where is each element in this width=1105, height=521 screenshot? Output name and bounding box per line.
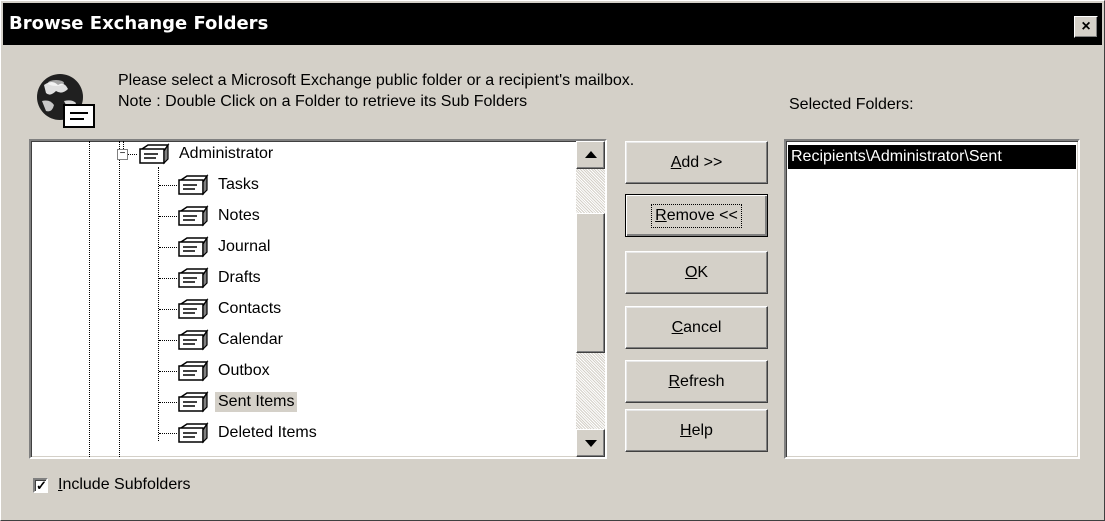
tree-vertical-scrollbar[interactable] xyxy=(576,141,605,457)
tree-node-label: Outbox xyxy=(218,362,270,379)
instruction-text: Please select a Microsoft Exchange publi… xyxy=(118,72,635,89)
note-text: Note : Double Click on a Folder to retri… xyxy=(118,93,528,110)
tree-node-tasks[interactable]: Tasks xyxy=(177,172,262,198)
tree-guide-line xyxy=(159,433,177,434)
tree-node-label: Calendar xyxy=(218,331,283,348)
tree-node-label: Drafts xyxy=(218,269,261,286)
mail-folder-icon xyxy=(139,143,170,165)
refresh-button[interactable]: Refresh xyxy=(625,360,768,403)
close-button[interactable]: × xyxy=(1074,16,1098,38)
mail-folder-icon xyxy=(178,236,209,258)
checkmark-icon: ✓ xyxy=(36,477,47,493)
tree-node-notes[interactable]: Notes xyxy=(177,203,263,229)
cancel-button[interactable]: Cancel xyxy=(625,306,768,349)
tree-guide-line xyxy=(159,371,177,372)
browse-exchange-folders-dialog: Browse Exchange Folders × Please select … xyxy=(0,0,1105,521)
mail-folder-icon xyxy=(178,329,209,351)
scroll-down-button[interactable] xyxy=(576,429,605,457)
tree-node-journal[interactable]: Journal xyxy=(177,234,273,260)
tree-guide-line xyxy=(159,247,177,248)
title-bar[interactable]: Browse Exchange Folders × xyxy=(3,3,1102,45)
selected-folders-label: Selected Folders: xyxy=(789,96,914,113)
tree-node-outbox[interactable]: Outbox xyxy=(177,358,273,384)
remove-button[interactable]: Remove << xyxy=(625,194,768,237)
arrow-up-icon xyxy=(585,151,597,158)
tree-node-label: Contacts xyxy=(218,300,282,317)
ok-button[interactable]: OK xyxy=(625,251,768,294)
folder-tree-content: − Administrator Tasks Notes Journal Draf… xyxy=(31,141,576,457)
include-subfolders-label: Include Subfolders xyxy=(58,476,191,493)
tree-node-sent-items[interactable]: Sent Items xyxy=(177,389,298,415)
tree-node-label: Notes xyxy=(218,207,260,224)
include-subfolders-checkbox[interactable]: ✓ Include Subfolders xyxy=(33,476,191,494)
tree-node-label: Sent Items xyxy=(215,392,298,412)
folder-tree[interactable]: − Administrator Tasks Notes Journal Draf… xyxy=(29,139,607,459)
selected-folders-list[interactable]: Recipients\Administrator\Sent xyxy=(784,139,1080,459)
tree-node-label: Deleted Items xyxy=(218,424,317,441)
tree-guide-line xyxy=(119,141,120,457)
tree-guide-line xyxy=(159,309,177,310)
window-title: Browse Exchange Folders xyxy=(9,13,269,34)
collapse-expander[interactable]: − xyxy=(117,149,128,160)
add-button[interactable]: Add >> xyxy=(625,141,768,184)
mail-folder-icon xyxy=(178,422,209,444)
checkbox-box[interactable]: ✓ xyxy=(33,477,48,493)
help-button[interactable]: Help xyxy=(625,409,768,452)
tree-node-drafts[interactable]: Drafts xyxy=(177,265,264,291)
tree-guide-line xyxy=(159,278,177,279)
globe-mail-icon xyxy=(37,74,95,128)
tree-node-label: Tasks xyxy=(218,176,259,193)
tree-node-label: Administrator xyxy=(179,145,274,162)
scroll-up-button[interactable] xyxy=(576,141,605,169)
tree-node-administrator[interactable]: Administrator xyxy=(138,141,276,167)
close-icon: × xyxy=(1081,18,1091,35)
tree-guide-line xyxy=(158,167,159,441)
mail-folder-icon xyxy=(178,267,209,289)
tree-node-label: Journal xyxy=(218,238,271,255)
tree-guide-line xyxy=(89,141,90,457)
mail-folder-icon xyxy=(178,360,209,382)
tree-node-calendar[interactable]: Calendar xyxy=(177,327,286,353)
mail-folder-icon xyxy=(178,298,209,320)
mail-folder-icon xyxy=(178,174,209,196)
mail-folder-icon xyxy=(178,205,209,227)
tree-guide-line xyxy=(159,340,177,341)
mail-folder-icon xyxy=(178,391,209,413)
selected-folder-item[interactable]: Recipients\Administrator\Sent xyxy=(788,145,1076,169)
tree-node-deleted-items[interactable]: Deleted Items xyxy=(177,420,320,446)
scroll-thumb[interactable] xyxy=(576,213,605,353)
tree-guide-line xyxy=(159,185,177,186)
tree-guide-line xyxy=(159,216,177,217)
arrow-down-icon xyxy=(585,440,597,447)
tree-node-contacts[interactable]: Contacts xyxy=(177,296,284,322)
tree-guide-line xyxy=(159,402,177,403)
